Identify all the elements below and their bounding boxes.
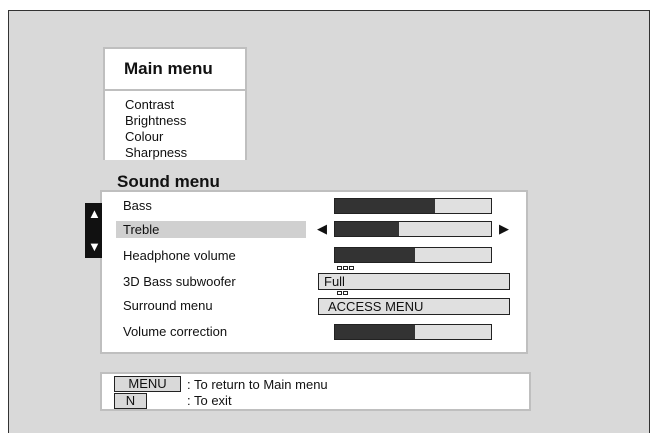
treble-level-fill [335,222,399,236]
main-menu-title: Main menu [105,49,245,91]
sound-row-surround-menu[interactable]: Surround menu [123,297,213,315]
sound-row-volume-correction[interactable]: Volume correction [123,323,227,341]
main-menu-item-colour[interactable]: Colour [125,129,187,145]
menu-key[interactable]: MENU [114,376,181,392]
sound-row-3d-bass-subwoofer[interactable]: 3D Bass subwoofer [123,273,236,291]
bass-level-fill [335,199,435,213]
scroll-up-icon[interactable]: ▲ [88,206,101,221]
headphone-volume-fill [335,248,415,262]
headphone-volume-bar[interactable] [334,247,492,263]
option-indicator-dots [337,291,348,295]
volume-correction-bar[interactable] [334,324,492,340]
scroll-arrows: ▲ ▼ [85,203,102,258]
sound-row-bass[interactable]: Bass [123,197,152,215]
subwoofer-value-field[interactable]: Full [318,273,510,290]
main-menu-panel: Main menu Contrast Brightness Colour Sha… [103,47,247,177]
menu-key-description: : To return to Main menu [187,377,328,392]
main-menu-item-brightness[interactable]: Brightness [125,113,187,129]
decrease-arrow-icon[interactable]: ◀ [317,221,327,237]
main-menu-item-contrast[interactable]: Contrast [125,97,187,113]
volume-correction-fill [335,325,415,339]
treble-level-bar[interactable] [334,221,492,237]
option-indicator-dots [337,266,354,270]
scroll-down-icon[interactable]: ▼ [88,239,101,254]
exit-key-description: : To exit [187,393,232,408]
sound-menu-title: Sound menu [101,160,256,192]
sound-row-treble[interactable]: Treble [123,221,159,239]
sound-row-headphone-volume[interactable]: Headphone volume [123,247,236,265]
bass-level-bar[interactable] [334,198,492,214]
main-menu-item-sharpness[interactable]: Sharpness [125,145,187,161]
surround-menu-field[interactable]: ACCESS MENU [318,298,510,315]
main-menu-items: Contrast Brightness Colour Sharpness [125,97,187,161]
exit-key[interactable]: N [114,393,147,409]
increase-arrow-icon[interactable]: ▶ [499,221,509,237]
